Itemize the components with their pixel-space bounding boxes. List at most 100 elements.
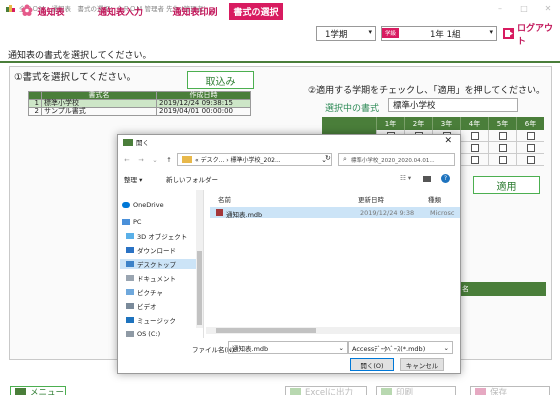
search-input[interactable]: ⌕ 標準小学校_2020_2020.04.01...	[338, 153, 455, 166]
scrollbar-thumb[interactable]	[197, 251, 202, 325]
cancel-button[interactable]: キャンセル	[400, 358, 444, 371]
up-arrow-icon[interactable]: ↑	[164, 156, 174, 164]
menu-print[interactable]: 通知表印刷	[165, 3, 225, 20]
term-checkbox[interactable]	[498, 143, 507, 152]
chevron-down-icon: ▾	[489, 28, 493, 36]
print-button-label: 印刷	[396, 388, 414, 395]
term-checkbox[interactable]	[470, 143, 479, 152]
app-icon	[123, 138, 133, 146]
cloud-icon	[122, 202, 130, 208]
grade-col-6: 6年	[516, 117, 544, 130]
title-divider	[0, 61, 560, 63]
term-checkbox[interactable]	[498, 155, 507, 164]
dialog-toolbar: 整理 ▾ 新しいフォルダー ☷ ▾ ?	[118, 172, 460, 186]
file-name: 通知表.mdb	[226, 211, 263, 219]
open-file-dialog: 開く ✕ ← → ⌄ ↑ « デスク... › 標準小学校_202... ⌄ ↻…	[117, 134, 461, 374]
file-row[interactable]: 通知表.mdb 2019/12/24 9:38 Microsc	[210, 207, 460, 219]
new-folder-button[interactable]: 新しいフォルダー	[166, 174, 218, 184]
computer-icon	[122, 219, 130, 225]
preview-pane-icon[interactable]	[423, 176, 431, 182]
navigation-scrollbar[interactable]	[196, 190, 203, 328]
file-list-pane: 名前 更新日時 種類 通知表.mdb 2019/12/24 9:38 Micro…	[206, 190, 460, 338]
nav-item-pc[interactable]: PC	[122, 217, 141, 227]
col-header-date[interactable]: 更新日時	[358, 194, 384, 204]
logout-icon	[503, 28, 514, 39]
apply-button[interactable]: 適用	[473, 176, 540, 194]
term-checkbox[interactable]	[498, 131, 507, 140]
term-checkbox[interactable]	[526, 143, 535, 152]
view-options-icon[interactable]: ☷ ▾	[400, 174, 411, 182]
logout-button[interactable]: ログアウト	[503, 24, 560, 47]
recent-chevron-icon[interactable]: ⌄	[150, 156, 160, 164]
filetype-value: Accessﾃﾞｰﾀﾍﾞｰｽ(*.mdb)	[352, 344, 426, 353]
col-header-type[interactable]: 種類	[428, 194, 441, 204]
minimize-button[interactable]: –	[488, 0, 512, 16]
print-button[interactable]: 印刷	[376, 386, 456, 395]
scrollbar-thumb[interactable]	[216, 328, 316, 333]
term-checkbox[interactable]	[526, 131, 535, 140]
close-button[interactable]: ✕	[536, 0, 560, 16]
grade-col-1: 1年	[376, 117, 404, 130]
flower-icon	[21, 4, 33, 19]
open-button[interactable]: 開く(O)	[350, 358, 394, 371]
cube-icon	[126, 233, 134, 239]
nav-item-desktop[interactable]: デスクトップ	[120, 259, 196, 269]
import-button[interactable]: 取込み	[187, 71, 254, 89]
nav-item-os-c[interactable]: OS (C:)	[126, 329, 160, 339]
excel-icon	[290, 388, 301, 395]
file-list-scrollbar[interactable]	[206, 327, 460, 334]
folder-icon	[182, 156, 192, 163]
dialog-titlebar: 開く ✕	[118, 135, 460, 149]
lower-table-header: 名	[456, 282, 546, 296]
address-bar[interactable]: « デスク... › 標準小学校_202... ⌄	[177, 153, 332, 166]
class-tag: 学級	[382, 28, 399, 38]
maximize-button[interactable]: □	[512, 0, 536, 16]
menu-icon	[15, 388, 26, 395]
nav-item-videos[interactable]: ビデオ	[126, 301, 157, 311]
refresh-icon[interactable]: ↻	[325, 154, 331, 162]
desktop-icon	[126, 261, 134, 267]
term-checkbox[interactable]	[470, 131, 479, 140]
help-icon[interactable]: ?	[441, 174, 450, 183]
menu-select-format[interactable]: 書式の選択	[229, 3, 283, 20]
save-button-label: 保存	[490, 388, 508, 395]
excel-export-label: Excelに出力	[305, 388, 354, 395]
grade-col-4: 4年	[460, 117, 488, 130]
download-icon	[126, 247, 134, 253]
step1-heading: ①書式を選択してください。	[14, 72, 136, 83]
menu-tsuchihyo[interactable]: 通知表	[12, 3, 74, 20]
file-type: Microsc	[430, 209, 455, 217]
navigation-pane: OneDrive PC 3D オブジェクト ダウンロード デスクトップ ドキュメ…	[118, 190, 204, 338]
drive-icon	[126, 331, 134, 337]
back-arrow-icon[interactable]: ←	[122, 156, 132, 164]
term-checkbox[interactable]	[470, 155, 479, 164]
nav-item-music[interactable]: ミュージック	[126, 315, 176, 325]
forward-arrow-icon[interactable]: →	[136, 156, 146, 164]
menu-button[interactable]: メニュー	[10, 386, 66, 395]
organize-button[interactable]: 整理 ▾	[124, 174, 142, 184]
nav-item-documents[interactable]: ドキュメント	[126, 273, 176, 283]
menu-input[interactable]: 通知表入力	[88, 3, 153, 20]
nav-item-onedrive[interactable]: OneDrive	[122, 200, 164, 210]
excel-export-button[interactable]: Excelに出力	[285, 386, 367, 395]
row-format-name: サンプル書式	[41, 107, 157, 116]
logout-label: ログアウト	[517, 23, 554, 47]
nav-item-downloads[interactable]: ダウンロード	[126, 245, 176, 255]
term-checkbox[interactable]	[526, 155, 535, 164]
term-select-value: 1学期	[325, 29, 348, 40]
filename-input[interactable]: 通知表.mdb ⌄	[228, 341, 348, 354]
dialog-close-button[interactable]: ✕	[444, 136, 452, 146]
printer-icon	[381, 388, 392, 395]
page-title: 通知表の書式を選択してください。	[8, 51, 152, 61]
term-select[interactable]: 1学期 ▾	[316, 26, 376, 41]
picture-icon	[126, 289, 134, 295]
nav-item-3d-objects[interactable]: 3D オブジェクト	[126, 231, 187, 241]
filetype-select[interactable]: Accessﾃﾞｰﾀﾍﾞｰｽ(*.mdb) ⌄	[348, 341, 453, 354]
table-row[interactable]: 2 サンプル書式 2019/04/01 00:00:00	[28, 107, 251, 116]
row-created-date: 2019/04/01 00:00:00	[156, 107, 251, 116]
save-button[interactable]: 保存	[470, 386, 550, 395]
chevron-down-icon: ▾	[368, 28, 372, 36]
dialog-title: 開く	[136, 139, 149, 147]
col-header-name[interactable]: 名前	[218, 194, 231, 204]
nav-item-pictures[interactable]: ピクチャ	[126, 287, 163, 297]
